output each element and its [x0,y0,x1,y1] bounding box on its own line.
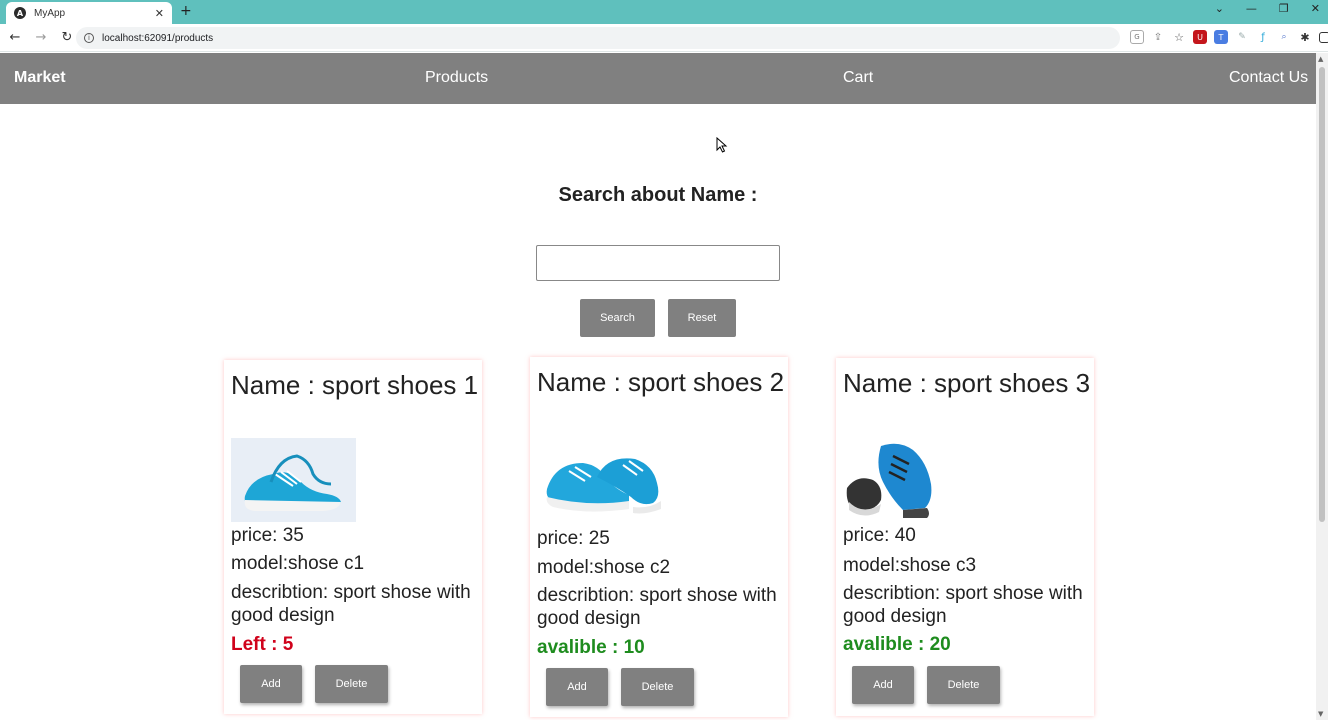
new-tab-button[interactable]: + [180,3,192,19]
product-model: model:shose c3 [843,555,977,576]
product-price: price: 25 [537,528,610,549]
tab-search-icon[interactable]: ⌄ [1215,2,1224,15]
ublock-icon[interactable]: U [1193,30,1207,44]
zoom-extension-icon[interactable]: ⌕ [1277,30,1291,44]
close-window-icon[interactable]: ✕ [1311,2,1320,15]
product-description: describtion: sport shose with good desig… [537,585,777,629]
script-extension-icon[interactable]: ƒ [1256,30,1270,44]
product-description: describtion: sport shose with good desig… [843,583,1083,627]
stock-available-status: avalible : 10 [537,637,645,658]
mouse-cursor-icon [716,137,728,153]
product-model: model:shose c1 [231,553,365,574]
product-description: describtion: sport shose with good desig… [231,582,471,626]
reset-button[interactable]: Reset [668,299,736,337]
omnibox[interactable]: i localhost:62091/products [76,27,1120,49]
shoe-image-icon [843,438,935,524]
share-icon[interactable]: ⇪ [1151,30,1165,44]
product-name: Name : sport shoes 2 [537,367,785,397]
product-name: Name : sport shoes 1 [231,370,479,400]
product-model: model:shose c2 [537,557,671,578]
nav-products-link[interactable]: Products [425,69,488,87]
sidepanel-icon[interactable] [1319,31,1328,43]
page-scrollbar[interactable]: ▲ ▼ [1316,53,1328,720]
add-to-cart-button[interactable]: Add [546,668,608,706]
nav-cart-link[interactable]: Cart [843,69,873,87]
stock-left-status: Left : 5 [231,634,294,655]
address-bar: ← → ↻ i localhost:62091/products G ⇪ ☆ U… [0,24,1328,52]
nav-contact-link[interactable]: Contact Us [1229,69,1308,87]
product-card-1: Name : sport shoes 1 price: 35 model:sho… [224,360,482,714]
delete-product-button[interactable]: Delete [621,668,694,706]
search-input[interactable] [536,245,780,281]
brand-link[interactable]: Market [14,69,66,87]
product-price: price: 35 [231,525,304,546]
add-to-cart-button[interactable]: Add [852,666,914,704]
extensions-puzzle-icon[interactable]: ✱ [1298,30,1312,44]
scroll-down-icon[interactable]: ▼ [1318,710,1323,718]
delete-product-button[interactable]: Delete [315,665,388,703]
app-navbar: Market Products Cart Contact Us [0,53,1316,104]
bookmark-star-icon[interactable]: ☆ [1172,30,1186,44]
shoe-image-icon [537,437,667,523]
shoe-image-icon [231,438,356,522]
back-icon[interactable]: ← [8,30,22,45]
search-button[interactable]: Search [580,299,655,337]
product-name: Name : sport shoes 3 [843,368,1091,398]
translator-extension-icon[interactable]: T [1214,30,1228,44]
search-title: Search about Name : [558,184,758,206]
window-controls: ⌄ — ❐ ✕ [1215,2,1320,15]
product-price: price: 40 [843,525,916,546]
browser-tab[interactable]: A MyApp ✕ [6,2,172,24]
delete-product-button[interactable]: Delete [927,666,1000,704]
scroll-thumb[interactable] [1319,67,1325,522]
restore-icon[interactable]: ❐ [1279,2,1289,15]
reload-icon[interactable]: ↻ [60,30,74,45]
translate-icon[interactable]: G [1130,30,1144,44]
scroll-up-icon[interactable]: ▲ [1318,55,1323,63]
add-to-cart-button[interactable]: Add [240,665,302,703]
stock-available-status: avalible : 20 [843,634,951,655]
browser-tab-bar: A MyApp ✕ + ⌄ — ❐ ✕ [0,0,1328,24]
product-card-2: Name : sport shoes 2 price: 25 model:sho… [530,357,788,717]
minimize-icon[interactable]: — [1246,2,1257,15]
site-info-icon[interactable]: i [84,33,94,43]
product-card-3: Name : sport shoes 3 price: 40 model:sho… [836,358,1094,716]
tab-title: MyApp [34,7,66,19]
pen-extension-icon[interactable]: ✎ [1235,30,1249,44]
forward-icon[interactable]: → [34,30,48,45]
tab-close-icon[interactable]: ✕ [155,7,164,20]
extension-icons: G ⇪ ☆ U T ✎ ƒ ⌕ ✱ ⋮ [1130,30,1328,44]
angular-favicon-icon: A [14,7,26,19]
url-text: localhost:62091/products [102,32,214,44]
